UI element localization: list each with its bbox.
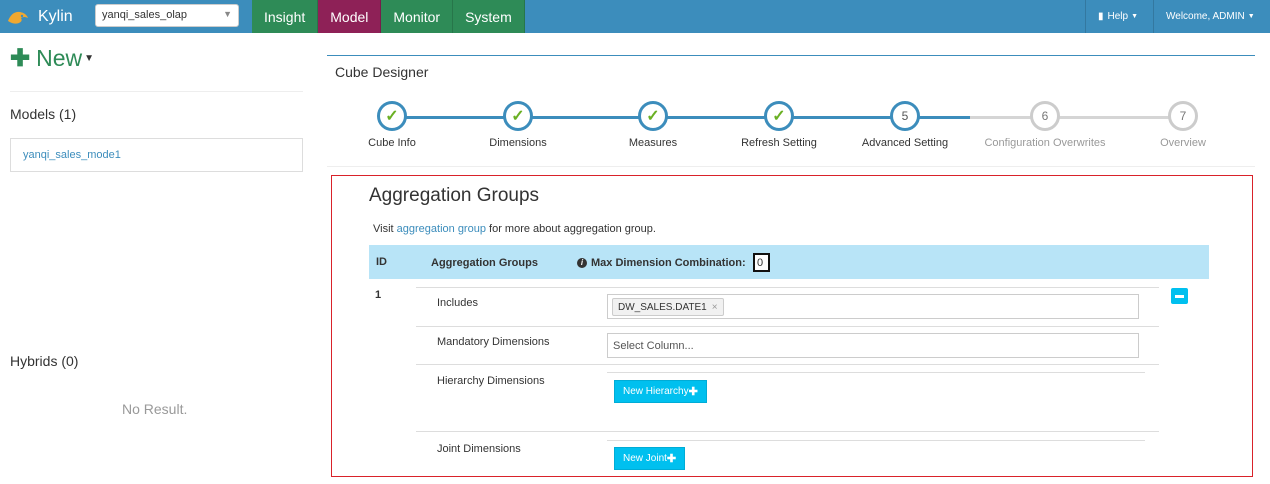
step-label: Dimensions — [489, 137, 547, 149]
caret-down-icon: ▼ — [223, 9, 232, 19]
user-menu[interactable]: Welcome, ADMIN ▼ — [1153, 0, 1270, 33]
hierarchy-label: Hierarchy Dimensions — [437, 375, 545, 387]
nav-tabs: Insight Model Monitor System — [252, 0, 525, 33]
welcome-label: Welcome, ADMIN — [1166, 11, 1245, 22]
step-number: 7 — [1168, 101, 1198, 131]
caret-down-icon: ▼ — [1131, 13, 1139, 20]
joint-label: Joint Dimensions — [437, 443, 521, 455]
step-configuration-overwrites[interactable]: 6 Configuration Overwrites — [970, 101, 1120, 149]
row-divider — [607, 372, 1145, 373]
project-select[interactable]: yanqi_sales_olap ▼ — [95, 4, 239, 27]
tab-insight-label: Insight — [264, 8, 306, 25]
check-icon: ✓ — [764, 101, 794, 131]
step-overview[interactable]: 7 Overview — [1108, 101, 1258, 149]
header-groups: Aggregation Groups — [431, 257, 538, 269]
caret-down-icon: ▼ — [84, 53, 95, 64]
new-joint-label: New Joint — [623, 453, 667, 464]
designer-title: Cube Designer — [335, 64, 429, 80]
row-divider — [416, 326, 1159, 327]
kylin-logo-icon — [6, 7, 30, 27]
info-icon: i — [577, 258, 587, 268]
minus-icon — [1175, 294, 1184, 298]
includes-tag: DW_SALES.DATE1 × — [612, 298, 724, 316]
new-hierarchy-label: New Hierarchy — [623, 386, 689, 397]
book-icon: ▮ — [1098, 11, 1104, 22]
row-divider — [416, 431, 1159, 432]
tab-monitor[interactable]: Monitor — [381, 0, 454, 33]
brand-name: Kylin — [38, 7, 73, 25]
row-divider — [607, 440, 1145, 441]
plus-icon: ✚ — [666, 453, 677, 465]
wizard-steps: ✓ Cube Info ✓ Dimensions ✓ Measures ✓ Re… — [327, 96, 1255, 156]
check-icon: ✓ — [638, 101, 668, 131]
new-hierarchy-button[interactable]: New Hierarchy ✚ — [614, 380, 707, 403]
aggregation-visit-text: Visit aggregation group for more about a… — [373, 223, 656, 235]
aggregation-groups-panel: Aggregation Groups Visit aggregation gro… — [331, 175, 1253, 477]
step-label: Advanced Setting — [861, 137, 949, 149]
includes-tag-label: DW_SALES.DATE1 — [618, 301, 707, 313]
tab-system-label: System — [465, 8, 512, 25]
caret-down-icon: ▼ — [1247, 13, 1255, 20]
includes-field[interactable]: DW_SALES.DATE1 × — [607, 294, 1139, 319]
header-max-label: Max Dimension Combination: — [591, 257, 746, 269]
aggregation-title: Aggregation Groups — [369, 185, 540, 206]
tab-insight[interactable]: Insight — [252, 0, 319, 33]
row-divider — [416, 364, 1159, 365]
models-title: Models (1) — [10, 106, 77, 122]
steps-bottom-rule — [327, 166, 1255, 167]
project-select-value: yanqi_sales_olap — [102, 9, 188, 21]
top-navbar: Kylin yanqi_sales_olap ▼ Insight Model M… — [0, 0, 1270, 33]
visit-suffix: for more about aggregation group. — [489, 223, 656, 235]
designer-top-rule — [327, 55, 1255, 56]
model-item[interactable]: yanqi_sales_mode1 — [10, 138, 303, 172]
step-number: 5 — [890, 101, 920, 131]
step-dimensions[interactable]: ✓ Dimensions — [443, 101, 593, 149]
plus-icon: ✚ — [10, 45, 31, 72]
remove-tag-icon[interactable]: × — [712, 302, 718, 313]
model-item-label: yanqi_sales_mode1 — [23, 149, 121, 161]
mandatory-field[interactable]: Select Column... — [607, 333, 1139, 358]
nav-right: ▮ Help ▼ Welcome, ADMIN ▼ — [1085, 0, 1270, 33]
includes-label: Includes — [437, 297, 478, 309]
step-label: Overview — [1160, 137, 1206, 149]
aggregation-group-link[interactable]: aggregation group — [397, 223, 486, 235]
plus-icon: ✚ — [688, 386, 698, 398]
tab-system[interactable]: System — [453, 0, 525, 33]
new-label: New — [36, 45, 83, 71]
remove-group-button[interactable] — [1171, 288, 1188, 304]
step-number: 6 — [1030, 101, 1060, 131]
help-menu[interactable]: ▮ Help ▼ — [1085, 0, 1153, 33]
brand[interactable]: Kylin — [0, 0, 87, 33]
max-dimension-input[interactable]: 0 — [753, 253, 770, 272]
tab-model[interactable]: Model — [318, 0, 382, 33]
aggregation-table-header: ID Aggregation Groups i Max Dimension Co… — [369, 245, 1209, 279]
group-row-id: 1 — [375, 289, 382, 301]
step-label: Configuration Overwrites — [984, 137, 1106, 149]
hybrids-title: Hybrids (0) — [10, 353, 79, 369]
mandatory-label: Mandatory Dimensions — [437, 336, 550, 348]
header-id: ID — [376, 256, 387, 268]
help-label: Help — [1107, 11, 1129, 22]
visit-prefix: Visit — [373, 223, 394, 235]
check-icon: ✓ — [503, 101, 533, 131]
sidebar-divider — [10, 91, 303, 92]
new-button[interactable]: ✚ New ▼ — [10, 44, 94, 73]
no-result-text: No Result. — [122, 401, 188, 417]
tab-monitor-label: Monitor — [393, 8, 441, 25]
tab-model-label: Model — [330, 8, 369, 25]
new-joint-button[interactable]: New Joint ✚ — [614, 447, 686, 470]
check-icon: ✓ — [377, 101, 407, 131]
step-advanced-setting[interactable]: 5 Advanced Setting — [830, 101, 980, 149]
row-divider — [416, 287, 1159, 288]
header-max: i Max Dimension Combination: — [577, 257, 746, 269]
